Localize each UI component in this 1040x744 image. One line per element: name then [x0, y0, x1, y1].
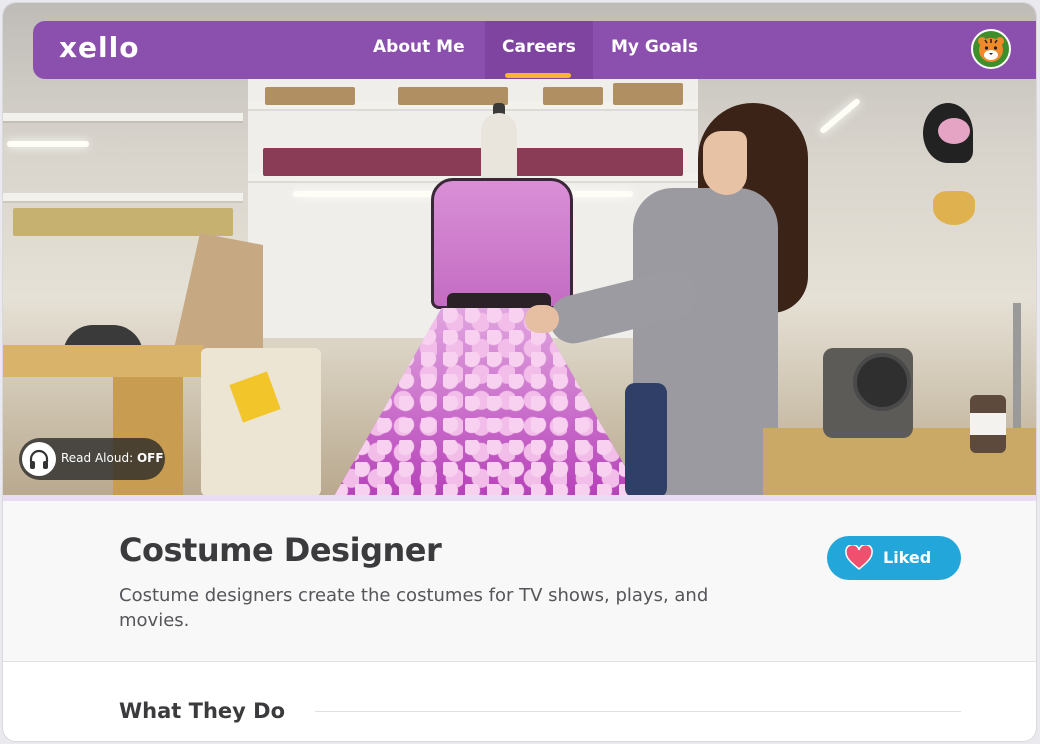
headphones-icon [22, 442, 56, 476]
gold-mask [933, 191, 975, 225]
thread-spools [13, 208, 233, 236]
section-divider [315, 711, 961, 712]
liked-button[interactable]: Liked [827, 536, 961, 580]
shelf [3, 113, 243, 121]
shelf [3, 193, 243, 201]
xello-logo[interactable]: xello [59, 31, 139, 64]
dress-form [481, 113, 517, 183]
ceiling-light [7, 141, 89, 147]
liked-label: Liked [883, 548, 932, 567]
nav-tab-careers[interactable]: Careers [502, 37, 576, 57]
pink-mask [938, 118, 970, 144]
storage-box [265, 87, 355, 105]
top-navbar: xello About Me Careers My Goals [33, 21, 1036, 79]
storage-box [613, 83, 683, 105]
designer-face [703, 131, 747, 195]
fabric-bag [201, 348, 321, 495]
tiger-avatar-icon[interactable] [971, 29, 1011, 69]
storage-box [543, 87, 603, 105]
work-table [3, 345, 203, 377]
fabric-rolls [263, 148, 683, 176]
pattern-board [173, 233, 263, 353]
heart-icon [845, 545, 873, 570]
storage-box [398, 87, 508, 105]
designer-jeans [625, 383, 667, 495]
ceiling-light [818, 97, 862, 135]
sewing-machine-wheel [853, 353, 911, 411]
career-description: Costume designers create the costumes fo… [119, 585, 709, 631]
read-aloud-state: OFF [136, 451, 164, 465]
active-tab-indicator [505, 73, 571, 78]
designer-hand [525, 305, 559, 333]
app-window: Read Aloud: OFF xello About Me Careers M… [2, 2, 1037, 742]
read-aloud-toggle[interactable]: Read Aloud: OFF [19, 438, 165, 480]
nav-tab-my-goals[interactable]: My Goals [611, 37, 698, 57]
career-title: Costume Designer [119, 531, 442, 569]
read-aloud-label: Read Aloud: OFF [61, 451, 164, 465]
what-they-do-heading: What They Do [119, 699, 286, 723]
read-aloud-caption: Read Aloud: [61, 451, 134, 465]
section-body-cutoff [119, 739, 959, 741]
dress-bodice [431, 178, 573, 309]
nav-tab-about-me[interactable]: About Me [373, 37, 465, 57]
bottle-label [970, 413, 1006, 435]
career-header: Costume Designer Costume designers creat… [3, 501, 1036, 662]
